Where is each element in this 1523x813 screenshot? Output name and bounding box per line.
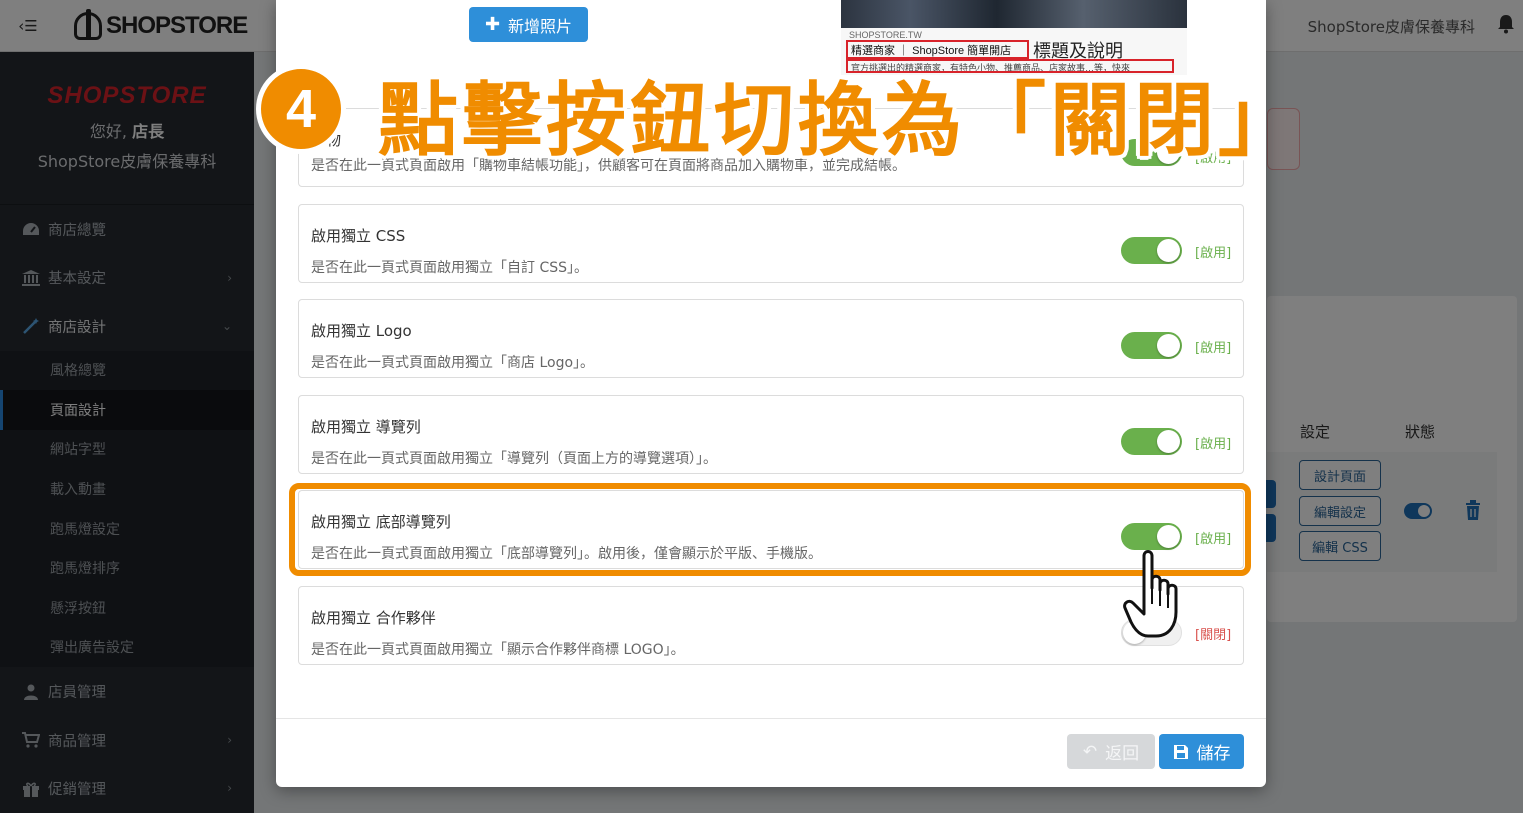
save-button[interactable]: 儲存 bbox=[1159, 734, 1244, 769]
toggle-knob bbox=[1157, 334, 1180, 357]
step-instruction: 點擊按鈕切換為「關閉」 bbox=[378, 74, 1302, 167]
setting-card-navbar: 啟用獨立 導覽列 是否在此一頁式頁面啟用獨立「導覽列（頁面上方的導覽選項）」。 … bbox=[298, 395, 1244, 474]
setting-card-css: 啟用獨立 CSS 是否在此一頁式頁面啟用獨立「自訂 CSS」。 [啟用] bbox=[298, 204, 1244, 283]
toggle-state-label: [啟用] bbox=[1195, 246, 1232, 261]
undo-icon: ↶ bbox=[1082, 741, 1098, 762]
save-label: 儲存 bbox=[1196, 744, 1231, 764]
modal-footer-divider bbox=[276, 718, 1266, 719]
floppy-disk-icon bbox=[1173, 744, 1188, 759]
add-photo-button[interactable]: ✚ 新增照片 bbox=[469, 7, 588, 42]
plus-icon: ✚ bbox=[484, 14, 501, 35]
setting-title: 啟用獨立 合作夥伴 bbox=[311, 609, 436, 627]
step-number-badge: 4 bbox=[256, 64, 346, 154]
setting-description: 是否在此一頁式頁面啟用獨立「導覽列（頁面上方的導覽選項）」。 bbox=[311, 451, 717, 467]
add-photo-label: 新增照片 bbox=[508, 16, 573, 36]
toggle-state-label: [啟用] bbox=[1195, 341, 1232, 356]
preview-image bbox=[841, 0, 1187, 28]
toggle-state-label: [關閉] bbox=[1195, 628, 1232, 643]
setting-card-logo: 啟用獨立 Logo 是否在此一頁式頁面啟用獨立「商店 Logo」。 [啟用] bbox=[298, 299, 1244, 378]
logo-toggle[interactable] bbox=[1121, 332, 1182, 359]
setting-description: 是否在此一頁式頁面啟用獨立「顯示合作夥伴商標 LOGO」。 bbox=[311, 642, 685, 658]
toggle-knob bbox=[1157, 430, 1180, 453]
setting-title: 啟用獨立 CSS bbox=[311, 227, 406, 245]
setting-card-partners: 啟用獨立 合作夥伴 是否在此一頁式頁面啟用獨立「顯示合作夥伴商標 LOGO」。 … bbox=[298, 586, 1244, 665]
tutorial-highlight-box bbox=[289, 483, 1251, 576]
hand-pointer-icon bbox=[1123, 550, 1178, 638]
setting-description: 是否在此一頁式頁面啟用獨立「自訂 CSS」。 bbox=[311, 260, 588, 276]
setting-title: 啟用獨立 Logo bbox=[311, 322, 412, 340]
preview-domain: SHOPSTORE.TW bbox=[849, 30, 922, 40]
navbar-toggle[interactable] bbox=[1121, 428, 1182, 455]
setting-title: 啟用獨立 導覽列 bbox=[311, 418, 421, 436]
back-button[interactable]: ↶ 返回 bbox=[1067, 734, 1155, 769]
css-toggle[interactable] bbox=[1121, 237, 1182, 264]
setting-description: 是否在此一頁式頁面啟用獨立「商店 Logo」。 bbox=[311, 355, 595, 371]
back-label: 返回 bbox=[1105, 744, 1140, 764]
toggle-knob bbox=[1157, 239, 1180, 262]
toggle-state-label: [啟用] bbox=[1195, 437, 1232, 452]
